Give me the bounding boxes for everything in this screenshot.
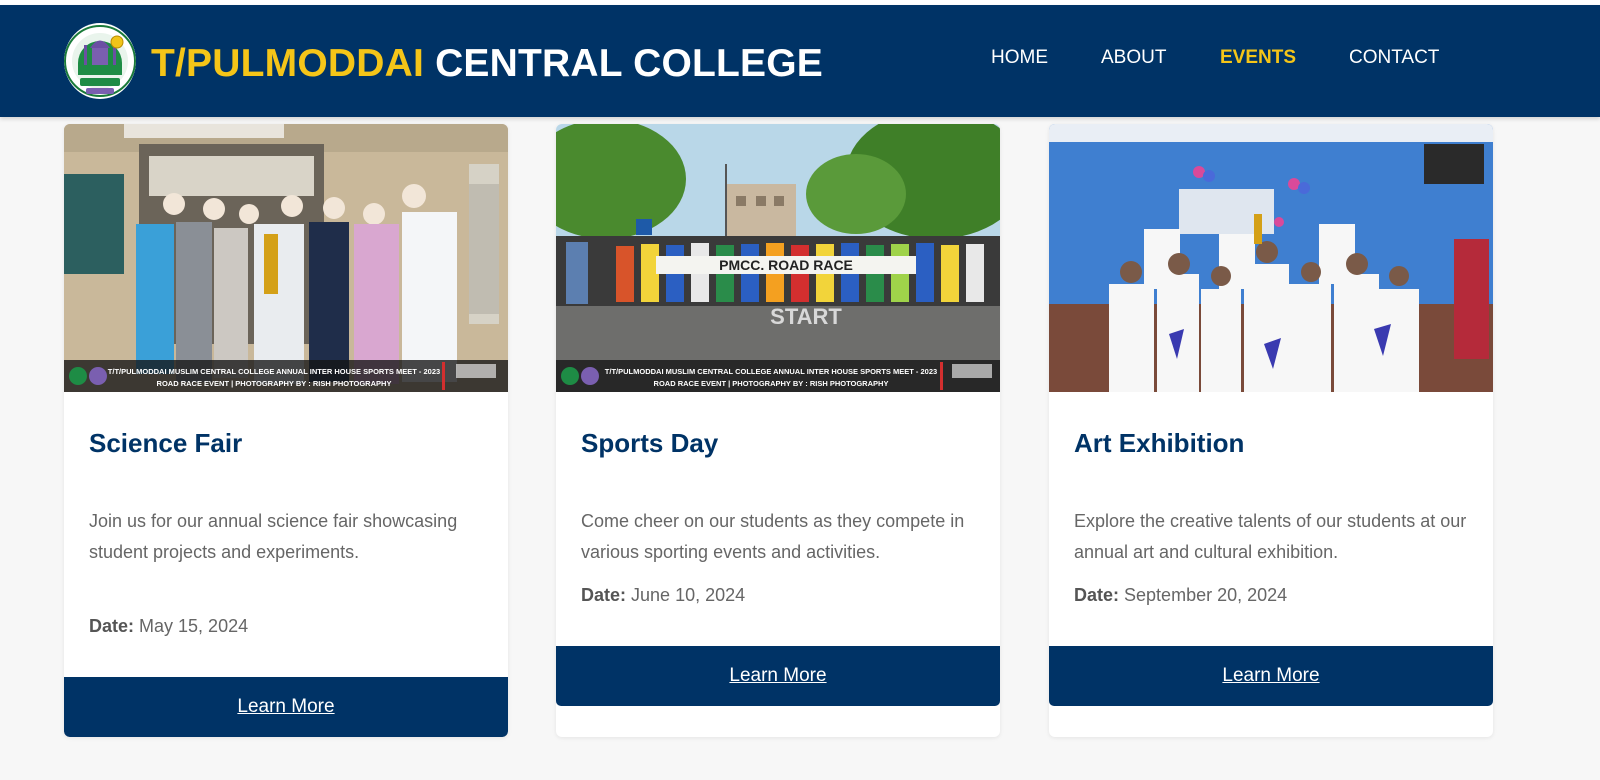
event-title: Art Exhibition: [1074, 428, 1245, 458]
event-date-value: May 15, 2024: [139, 616, 249, 636]
nav-about[interactable]: ABOUT: [1101, 47, 1166, 69]
photo-caption-line-2: ROAD RACE EVENT | PHOTOGRAPHY BY : RISH …: [157, 379, 392, 388]
event-date: Date: September 20, 2024: [1074, 585, 1287, 606]
learn-more-button[interactable]: Learn More: [1049, 646, 1493, 706]
learn-more-button[interactable]: Learn More: [64, 677, 508, 737]
site-header: T/PULMODDAI CENTRAL COLLEGE HOME ABOUT E…: [0, 5, 1600, 117]
photo-caption-line-1: T/T/PULMODDAI MUSLIM CENTRAL COLLEGE ANN…: [605, 367, 937, 376]
photo-caption-line-1: T/T/PULMODDAI MUSLIM CENTRAL COLLEGE ANN…: [108, 367, 440, 376]
event-description: Explore the creative talents of our stud…: [1074, 511, 1467, 562]
event-date: Date: June 10, 2024: [581, 585, 745, 606]
event-date-value: September 20, 2024: [1124, 585, 1288, 605]
road-race-banner: PMCC. ROAD RACE: [719, 257, 853, 273]
photo-caption-line-2: ROAD RACE EVENT | PHOTOGRAPHY BY : RISH …: [654, 379, 889, 388]
event-card-art-exhibition: Art Exhibition Explore the creative tale…: [1049, 124, 1493, 737]
event-photo-science-fair: T/T/PULMODDAI MUSLIM CENTRAL COLLEGE ANN…: [64, 124, 508, 392]
nav-events[interactable]: EVENTS: [1220, 47, 1296, 69]
learn-more-button[interactable]: Learn More: [556, 646, 1000, 706]
event-description: Join us for our annual science fair show…: [89, 511, 458, 562]
event-date-label: Date:: [1074, 585, 1120, 605]
road-start-text: START: [770, 304, 842, 329]
event-photo-sports-day: PMCC. ROAD RACE START T/T/PULMODDAI MUSL…: [556, 124, 1000, 392]
event-date-value: June 10, 2024: [631, 585, 746, 605]
event-date-label: Date:: [89, 616, 135, 636]
event-card-science-fair: T/T/PULMODDAI MUSLIM CENTRAL COLLEGE ANN…: [64, 124, 508, 737]
event-date: Date: May 15, 2024: [89, 616, 248, 637]
event-card-sports-day: PMCC. ROAD RACE START T/T/PULMODDAI MUSL…: [556, 124, 1000, 737]
event-title: Science Fair: [89, 428, 243, 458]
main-nav: HOME ABOUT EVENTS CONTACT: [0, 47, 1600, 71]
event-date-label: Date:: [581, 585, 627, 605]
event-title: Sports Day: [581, 428, 719, 458]
nav-contact[interactable]: CONTACT: [1349, 47, 1439, 69]
event-description: Come cheer on our students as they compe…: [581, 511, 965, 562]
event-photo-art-exhibition: [1049, 124, 1493, 392]
nav-home[interactable]: HOME: [991, 47, 1048, 69]
